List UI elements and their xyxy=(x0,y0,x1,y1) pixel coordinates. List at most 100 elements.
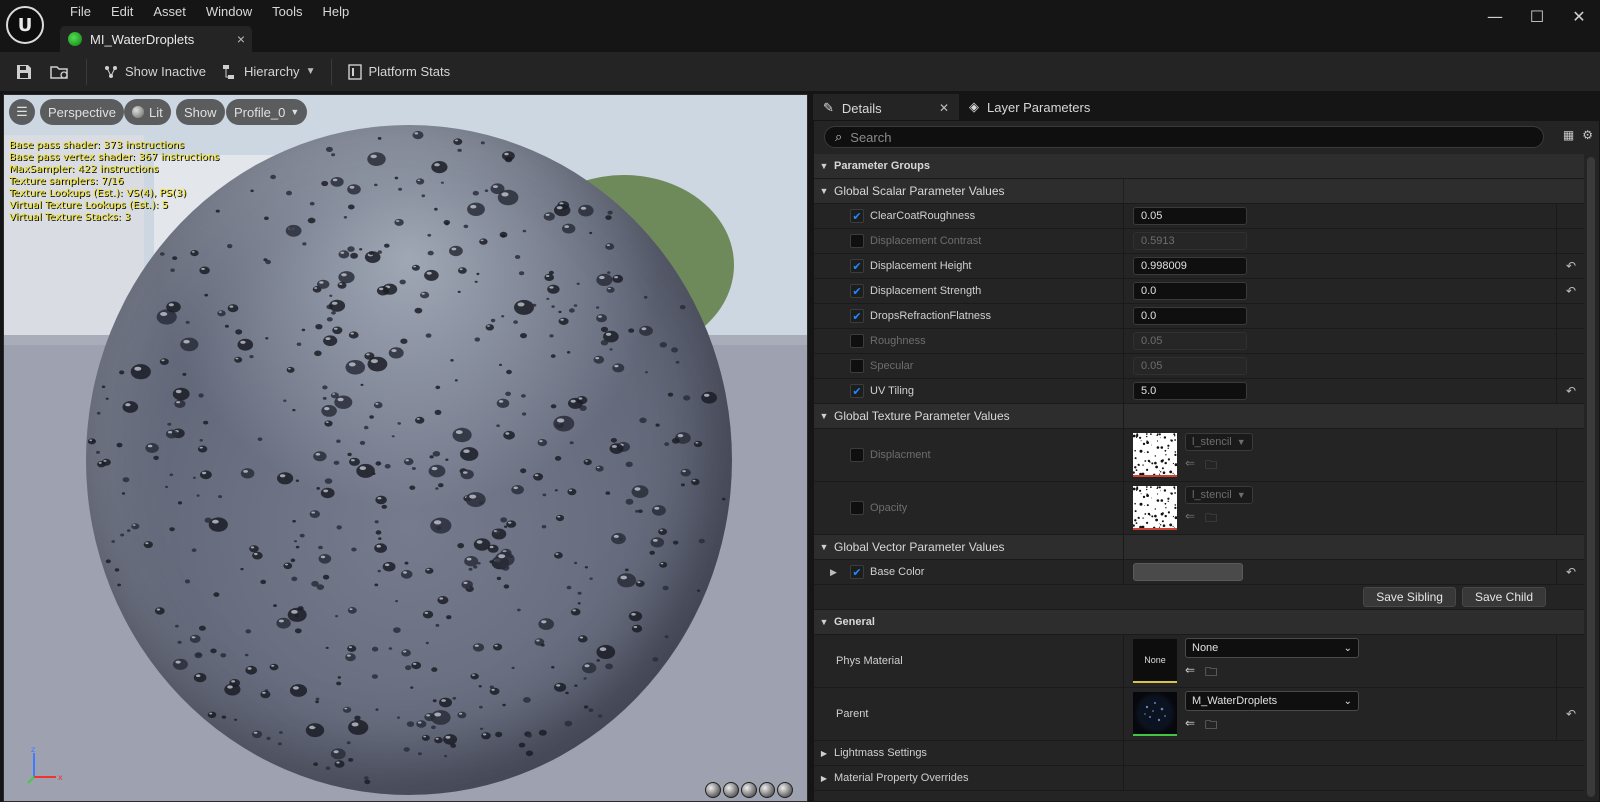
param-value-input[interactable]: 0.05 xyxy=(1133,332,1247,350)
texture-thumbnail[interactable] xyxy=(1133,433,1177,477)
param-value-input[interactable]: 0.0 xyxy=(1133,307,1247,325)
stencil-texture-preview xyxy=(1133,433,1177,475)
lit-button[interactable]: Lit xyxy=(124,99,171,125)
menu-window[interactable]: Window xyxy=(196,2,262,21)
use-selected-asset-icon[interactable]: ⇐ xyxy=(1185,456,1195,477)
save-button[interactable] xyxy=(6,57,42,87)
phys-material-dropdown[interactable]: None ⌄ xyxy=(1185,638,1359,658)
category-parameter-groups[interactable]: ▼ Parameter Groups xyxy=(814,154,1584,179)
scrollbar[interactable] xyxy=(1587,157,1595,797)
show-button[interactable]: Show xyxy=(176,99,225,125)
settings-gear-icon[interactable]: ⚙ xyxy=(1582,128,1593,142)
reset-to-default-icon[interactable]: ↶ xyxy=(1558,560,1584,584)
parent-material-thumbnail[interactable] xyxy=(1133,692,1177,736)
tab-details-label: Details xyxy=(841,100,882,116)
maximize-button[interactable]: ☐ xyxy=(1516,0,1558,32)
parent-material-dropdown[interactable]: M_WaterDroplets ⌄ xyxy=(1185,691,1359,711)
param-value-input[interactable]: 5.0 xyxy=(1133,382,1247,400)
chevron-down-icon: ▼ xyxy=(290,107,300,117)
close-tab-icon[interactable]: × xyxy=(230,31,252,47)
perspective-button[interactable]: Perspective xyxy=(40,99,124,125)
viewport-menu-button[interactable]: ☰ xyxy=(9,99,35,125)
category-general[interactable]: ▼ General xyxy=(814,610,1584,635)
profile-dropdown[interactable]: Profile_0 ▼ xyxy=(226,99,308,125)
param-value-input[interactable]: 0.05 xyxy=(1133,357,1247,375)
preview-mesh-icon[interactable] xyxy=(777,782,793,798)
preview-sphere-icon[interactable] xyxy=(723,782,739,798)
table-view-icon[interactable]: ▦ xyxy=(1563,128,1574,142)
preview-cube-icon[interactable] xyxy=(759,782,775,798)
menu-asset[interactable]: Asset xyxy=(143,2,196,21)
param-enable-checkbox[interactable]: ✔ xyxy=(850,209,864,223)
param-enable-checkbox[interactable] xyxy=(850,234,864,248)
lightmass-settings-row[interactable]: ▶ Lightmass Settings xyxy=(814,741,1584,766)
param-value-input[interactable]: 0.5913 xyxy=(1133,232,1247,250)
browse-button[interactable] xyxy=(42,57,78,87)
save-child-button[interactable]: Save Child xyxy=(1461,587,1546,607)
show-inactive-button[interactable]: Show Inactive xyxy=(95,57,214,87)
browse-asset-icon[interactable]: 🗀 xyxy=(1205,663,1217,684)
browse-folder-icon xyxy=(50,65,68,79)
color-swatch[interactable] xyxy=(1133,563,1243,581)
hamburger-icon: ☰ xyxy=(16,104,28,119)
reset-to-default-icon[interactable]: ↶ xyxy=(1558,688,1584,740)
search-icon: ⌕ xyxy=(835,129,843,144)
tab-details[interactable]: ✎ Details ✕ xyxy=(813,94,959,120)
minimize-button[interactable]: — xyxy=(1474,0,1516,32)
save-buttons-row: Save Sibling Save Child xyxy=(814,585,1584,610)
texture-asset-dropdown[interactable]: l_stencil ▼ xyxy=(1185,486,1253,504)
param-enable-checkbox[interactable]: ✔ xyxy=(850,384,864,398)
param-value-input[interactable]: 0.998009 xyxy=(1133,257,1247,275)
phys-material-thumbnail[interactable]: None xyxy=(1133,639,1177,683)
param-enable-checkbox[interactable] xyxy=(850,501,864,515)
close-icon[interactable]: ✕ xyxy=(939,101,949,115)
close-window-button[interactable]: ✕ xyxy=(1558,0,1600,32)
reset-to-default-icon[interactable]: ↶ xyxy=(1558,379,1584,403)
stat-line: Texture Lookups (Est.): VS(4), PS(3) xyxy=(9,188,187,199)
search-tools: ▦ ⚙ xyxy=(1563,128,1593,142)
menu-help[interactable]: Help xyxy=(312,2,359,21)
tab-layers-label: Layer Parameters xyxy=(987,99,1091,115)
scalar-param-row: Roughness 0.05 xyxy=(814,329,1584,354)
param-enable-checkbox[interactable]: ✔ xyxy=(850,309,864,323)
param-value-input[interactable]: 0.0 xyxy=(1133,282,1247,300)
menu-file[interactable]: File xyxy=(60,2,101,21)
param-enable-checkbox[interactable] xyxy=(850,448,864,462)
expand-arrow-icon[interactable]: ▶ xyxy=(830,567,837,578)
preview-plane-icon[interactable] xyxy=(741,782,757,798)
tab-layer-parameters[interactable]: ◈ Layer Parameters xyxy=(959,94,1100,120)
category-global-texture[interactable]: ▼ Global Texture Parameter Values xyxy=(814,404,1584,429)
preview-cylinder-icon[interactable] xyxy=(705,782,721,798)
texture-asset-dropdown[interactable]: l_stencil ▼ xyxy=(1185,433,1253,451)
param-value-input[interactable]: 0.05 xyxy=(1133,207,1247,225)
use-selected-asset-icon[interactable]: ⇐ xyxy=(1185,716,1195,737)
reset-to-default-icon[interactable]: ↶ xyxy=(1558,254,1584,278)
platform-stats-button[interactable]: Platform Stats xyxy=(340,57,458,87)
browse-asset-icon[interactable]: 🗀 xyxy=(1205,716,1217,737)
texture-thumbnail[interactable] xyxy=(1133,486,1177,530)
category-global-vector[interactable]: ▼ Global Vector Parameter Values xyxy=(814,535,1584,560)
browse-asset-icon[interactable]: 🗀 xyxy=(1205,509,1217,530)
save-sibling-button[interactable]: Save Sibling xyxy=(1363,587,1456,607)
material-preview-viewport[interactable]: ☰ Perspective Lit Show Profile_0 ▼ Base … xyxy=(3,94,808,802)
material-instance-icon xyxy=(68,32,82,46)
hierarchy-label: Hierarchy xyxy=(243,64,300,79)
menu-tools[interactable]: Tools xyxy=(262,2,312,21)
search-input[interactable]: ⌕ Search xyxy=(824,126,1544,148)
document-tab[interactable]: MI_WaterDroplets × xyxy=(60,26,252,52)
menu-edit[interactable]: Edit xyxy=(101,2,143,21)
reset-to-default-icon[interactable]: ↶ xyxy=(1558,279,1584,303)
browse-asset-icon[interactable]: 🗀 xyxy=(1205,456,1217,477)
param-enable-checkbox[interactable]: ✔ xyxy=(850,284,864,298)
param-enable-checkbox[interactable] xyxy=(850,334,864,348)
axis-gizmo-icon: z x xyxy=(27,745,63,784)
material-property-overrides-row[interactable]: ▶ Material Property Overrides xyxy=(814,766,1584,791)
use-selected-asset-icon[interactable]: ⇐ xyxy=(1185,509,1195,530)
use-selected-asset-icon[interactable]: ⇐ xyxy=(1185,663,1195,684)
param-enable-checkbox[interactable] xyxy=(850,359,864,373)
hierarchy-button[interactable]: Hierarchy ▼ xyxy=(214,57,324,87)
param-enable-checkbox[interactable]: ✔ xyxy=(850,565,864,579)
unreal-logo-icon[interactable]: U xyxy=(6,6,44,44)
param-enable-checkbox[interactable]: ✔ xyxy=(850,259,864,273)
category-global-scalar[interactable]: ▼ Global Scalar Parameter Values xyxy=(814,179,1584,204)
